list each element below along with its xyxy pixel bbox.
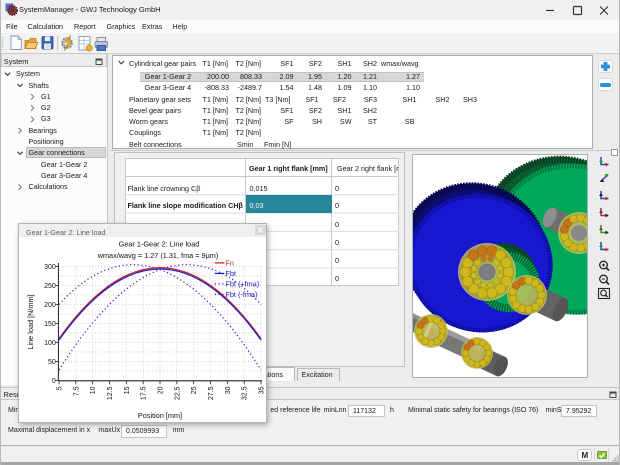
svg-text:22.5: 22.5 — [174, 386, 181, 400]
svg-text:300: 300 — [44, 264, 56, 271]
svg-text:150: 150 — [44, 321, 56, 328]
svg-text:27.5: 27.5 — [208, 386, 215, 400]
svg-text:0: 0 — [52, 378, 56, 385]
svg-text:Position [mm]: Position [mm] — [138, 411, 182, 420]
svg-text:Fbt: Fbt — [225, 269, 236, 278]
svg-text:Gear 1-Gear 2: Line load: Gear 1-Gear 2: Line load — [119, 240, 200, 249]
svg-text:200: 200 — [44, 302, 56, 309]
svg-text:50: 50 — [48, 359, 56, 366]
svg-text:30: 30 — [225, 386, 232, 394]
svg-text:100: 100 — [44, 340, 56, 347]
svg-text:250: 250 — [44, 283, 56, 290]
svg-text:Fn: Fn — [225, 259, 234, 268]
svg-text:Line load [N/mm]: Line load [N/mm] — [26, 294, 35, 349]
svg-text:7.5: 7.5 — [73, 386, 80, 396]
svg-text:35: 35 — [259, 386, 266, 394]
svg-text:25: 25 — [191, 386, 198, 394]
svg-text:Fbt (-fma): Fbt (-fma) — [225, 290, 257, 299]
svg-text:wmax/wavg = 1.27 (1.31, fma =: wmax/wavg = 1.27 (1.31, fma = 9µm) — [97, 251, 219, 260]
svg-text:12.5: 12.5 — [107, 386, 114, 400]
svg-text:32.5: 32.5 — [242, 386, 249, 400]
svg-text:15: 15 — [124, 386, 131, 394]
svg-text:5: 5 — [57, 386, 64, 390]
svg-text:20: 20 — [158, 386, 165, 394]
svg-text:17.5: 17.5 — [141, 386, 148, 400]
svg-text:10: 10 — [90, 386, 97, 394]
svg-text:Fbt (+fma): Fbt (+fma) — [225, 280, 259, 289]
